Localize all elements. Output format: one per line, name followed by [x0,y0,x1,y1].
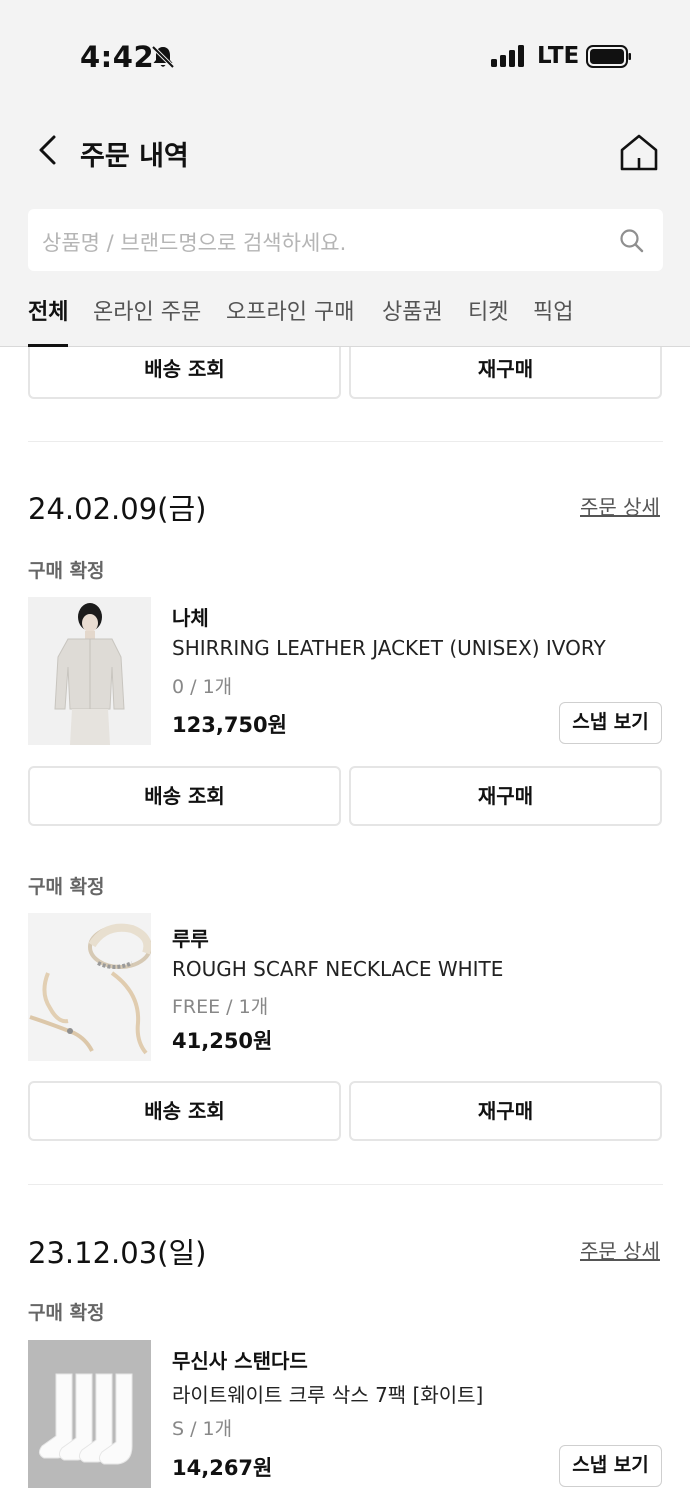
product-price: 14,267원 [172,1456,273,1480]
search-placeholder: 상품명 / 브랜드명으로 검색하세요. [42,231,347,255]
search-input[interactable]: 상품명 / 브랜드명으로 검색하세요. [28,209,663,271]
tab-online-order[interactable]: 온라인 주문 [93,294,201,347]
product-name[interactable]: SHIRRING LEATHER JACKET (UNISEX) IVORY [172,636,606,660]
tab-gift-card[interactable]: 상품권 [382,294,443,347]
tab-ticket[interactable]: 티켓 [468,294,508,347]
network-type: LTE [537,43,580,69]
product-image-jacket[interactable] [28,597,151,745]
product-price: 41,250원 [172,1029,273,1053]
battery-icon [586,45,631,68]
product-option: FREE / 1개 [172,996,269,1018]
order-divider [28,1184,663,1185]
order-status: 구매 확정 [28,1302,105,1324]
snap-view-button[interactable]: 스냅 보기 [559,702,662,744]
status-bar: 4:42 LTE [0,0,690,110]
product-brand: 나체 [172,606,209,630]
page-title: 주문 내역 [80,141,189,172]
filter-tabs: 전체 온라인 주문 오프라인 구매 상품권 티켓 픽업 [28,294,668,347]
order-date: 24.02.09(금) [28,492,207,526]
bell-slash-icon [151,45,175,69]
order-detail-link[interactable]: 주문 상세 [580,1235,660,1264]
order-detail-link[interactable]: 주문 상세 [580,491,660,520]
snap-view-button[interactable]: 스냅 보기 [559,1445,662,1487]
track-delivery-button[interactable]: 배송 조회 [28,766,341,826]
reorder-button[interactable]: 재구매 [349,1081,662,1141]
product-brand: 루루 [172,927,209,951]
product-price: 123,750원 [172,713,287,737]
product-option: 0 / 1개 [172,676,233,698]
tab-pickup[interactable]: 픽업 [533,294,573,347]
signal-icon [491,45,525,67]
reorder-button[interactable]: 재구매 [349,766,662,826]
order-divider [28,441,663,442]
top-header-area: 4:42 LTE 주문 내역 상품명 / 브랜드명으로 검색하세요. 전체 온라… [0,0,690,347]
tab-offline-purchase[interactable]: 오프라인 구매 [226,294,354,347]
product-image-necklace[interactable] [28,913,152,1061]
order-date: 23.12.03(일) [28,1236,207,1270]
home-icon[interactable] [617,130,661,174]
product-brand: 무신사 스탠다드 [172,1349,308,1373]
track-delivery-button[interactable]: 배송 조회 [28,339,341,399]
nav-bar: 주문 내역 [0,120,690,184]
product-name[interactable]: 라이트웨이트 크루 삭스 7팩 [화이트] [172,1379,483,1408]
order-status: 구매 확정 [28,560,105,582]
reorder-button[interactable]: 재구매 [349,339,662,399]
status-time: 4:42 [80,40,155,74]
product-name[interactable]: ROUGH SCARF NECKLACE WHITE [172,957,503,981]
search-icon[interactable] [617,226,647,256]
track-delivery-button[interactable]: 배송 조회 [28,1081,341,1141]
product-image-socks[interactable] [28,1340,151,1488]
back-chevron-icon[interactable] [30,132,66,168]
tab-all[interactable]: 전체 [28,294,69,347]
order-status: 구매 확정 [28,876,105,898]
product-option: S / 1개 [172,1418,233,1440]
